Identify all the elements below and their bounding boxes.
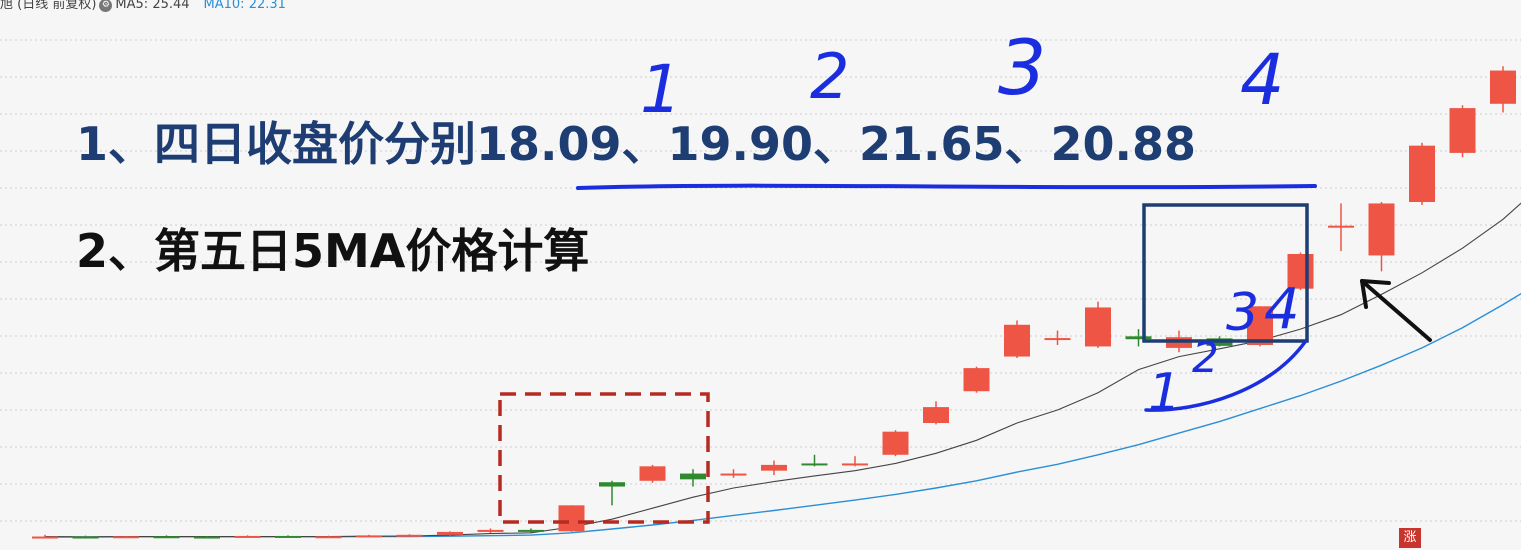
candle bbox=[275, 535, 301, 538]
candle-body bbox=[356, 535, 382, 538]
candle bbox=[680, 469, 706, 487]
pen-box-label-1: 1 bbox=[1148, 363, 1181, 423]
candle bbox=[720, 469, 747, 478]
candle-body bbox=[639, 466, 666, 481]
candle-body bbox=[558, 505, 585, 532]
candle-body bbox=[1004, 324, 1030, 357]
candle-body bbox=[1044, 338, 1071, 341]
rise-badge[interactable]: 涨 bbox=[1399, 528, 1421, 548]
candle bbox=[32, 534, 58, 539]
candle-body bbox=[842, 463, 868, 466]
handwritten-labels: 1 2 3 4 1 2 3 4 bbox=[640, 23, 1300, 423]
candle-body bbox=[518, 529, 544, 532]
candle-body bbox=[761, 464, 787, 471]
candle bbox=[396, 534, 423, 537]
candle bbox=[1449, 105, 1476, 158]
chart-title: 旭 (日线 前复权) bbox=[0, 0, 97, 12]
candle bbox=[477, 528, 504, 534]
candle-body bbox=[599, 482, 625, 487]
candle-body bbox=[113, 536, 139, 539]
chart-header: 旭 (日线 前复权) ⚙ MA5: 25.44 MA10: 22.31 bbox=[0, 0, 286, 13]
pen-label-4: 4 bbox=[1240, 39, 1285, 121]
candle-body bbox=[680, 473, 706, 480]
annotation-line-1: 1、四日收盘价分别18.09、19.90、21.65、20.88 bbox=[76, 117, 1197, 171]
pen-box-label-2: 2 bbox=[1192, 333, 1219, 382]
dashed-highlight-box bbox=[498, 392, 710, 524]
candle-body bbox=[477, 529, 504, 532]
candle-body bbox=[882, 431, 909, 455]
candle-body bbox=[1125, 336, 1152, 340]
candle bbox=[356, 534, 382, 538]
candle bbox=[1368, 202, 1395, 272]
candle-body bbox=[194, 536, 220, 539]
candle bbox=[639, 464, 666, 483]
candle-body bbox=[1490, 70, 1516, 104]
candle-body bbox=[963, 368, 990, 392]
candle bbox=[153, 535, 180, 539]
candle bbox=[1490, 66, 1516, 113]
candle-body bbox=[315, 536, 342, 539]
candle bbox=[1125, 329, 1152, 347]
candle-body bbox=[720, 473, 747, 476]
candle bbox=[882, 430, 909, 457]
candle-body bbox=[153, 536, 180, 539]
candle bbox=[599, 480, 625, 506]
candle bbox=[801, 454, 828, 467]
candle bbox=[518, 528, 544, 533]
candle bbox=[1044, 330, 1071, 345]
pen-box-label-3: 3 bbox=[1226, 283, 1259, 343]
pen-underline bbox=[576, 183, 1317, 190]
candle-body bbox=[437, 531, 463, 535]
candle bbox=[113, 535, 139, 539]
candle bbox=[234, 535, 261, 538]
candle bbox=[923, 401, 949, 425]
candle-body bbox=[275, 535, 301, 538]
candle-body bbox=[1328, 225, 1354, 228]
arrow-icon bbox=[1360, 279, 1432, 342]
candle-body bbox=[396, 534, 423, 537]
candle-body bbox=[72, 536, 99, 539]
candle bbox=[72, 535, 99, 539]
ma5-legend: MA5: 25.44 bbox=[115, 0, 190, 12]
candle bbox=[1328, 203, 1354, 252]
candle-body bbox=[923, 407, 949, 423]
pen-label-2: 2 bbox=[810, 40, 849, 113]
candle-body bbox=[32, 536, 58, 539]
candle-body bbox=[1409, 145, 1435, 202]
candle bbox=[1409, 142, 1435, 205]
candle bbox=[1085, 301, 1111, 348]
candle-body bbox=[1449, 108, 1476, 153]
candle bbox=[761, 460, 787, 475]
pen-label-3: 3 bbox=[998, 23, 1046, 112]
candle bbox=[963, 366, 990, 393]
settings-icon[interactable]: ⚙ bbox=[99, 0, 113, 12]
candle bbox=[1004, 320, 1030, 358]
candle-body bbox=[1368, 203, 1395, 256]
candle-body bbox=[801, 463, 828, 466]
candle bbox=[558, 505, 585, 532]
pen-box-label-4: 4 bbox=[1264, 277, 1300, 342]
annotation-line-2: 2、第五日5MA价格计算 bbox=[76, 224, 590, 278]
candle-body bbox=[1085, 307, 1111, 347]
ma10-legend: MA10: 22.31 bbox=[203, 0, 286, 12]
candle bbox=[842, 456, 868, 467]
candle-body bbox=[234, 535, 261, 538]
